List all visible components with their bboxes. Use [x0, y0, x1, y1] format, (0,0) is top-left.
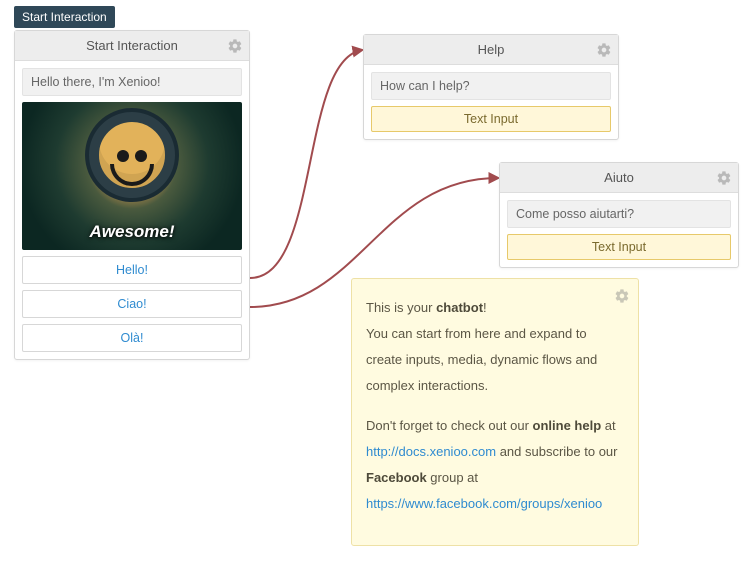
choice-label: Ciao!	[117, 297, 146, 311]
card-title: Help	[478, 42, 505, 57]
text-input-action[interactable]: Text Input	[371, 106, 611, 132]
badge-label: Start Interaction	[22, 10, 107, 24]
flow-canvas: Start Interaction Start Interaction Hell…	[0, 0, 753, 585]
prompt-message[interactable]: How can I help?	[371, 72, 611, 100]
choice-label: Hello!	[116, 263, 148, 277]
choice-button-ciao[interactable]: Ciao!	[22, 290, 242, 318]
prompt-text: Come posso aiutarti?	[516, 207, 634, 221]
card-body: How can I help? Text Input	[364, 65, 618, 139]
card-title: Start Interaction	[86, 38, 178, 53]
media-face	[89, 112, 175, 198]
gear-icon[interactable]	[227, 38, 243, 54]
start-interaction-badge: Start Interaction	[14, 6, 115, 28]
card-header: Help	[364, 35, 618, 65]
text-input-label: Text Input	[592, 240, 646, 254]
text-input-label: Text Input	[464, 112, 518, 126]
text-input-action[interactable]: Text Input	[507, 234, 731, 260]
media-attachment[interactable]: Awesome!	[22, 102, 242, 250]
card-header: Start Interaction	[15, 31, 249, 61]
prompt-text: How can I help?	[380, 79, 470, 93]
note-line-1: This is your chatbot!	[366, 295, 624, 321]
info-note[interactable]: This is your chatbot! You can start from…	[351, 278, 639, 546]
media-caption: Awesome!	[22, 222, 242, 242]
choice-button-hello[interactable]: Hello!	[22, 256, 242, 284]
card-body: Come posso aiutarti? Text Input	[500, 193, 738, 267]
card-title: Aiuto	[604, 170, 634, 185]
note-line-2: You can start from here and expand to cr…	[366, 321, 624, 399]
aiuto-card[interactable]: Aiuto Come posso aiutarti? Text Input	[499, 162, 739, 268]
note-line-3: Don't forget to check out our online hel…	[366, 413, 624, 517]
greeting-text: Hello there, I'm Xenioo!	[31, 75, 161, 89]
card-body: Hello there, I'm Xenioo! Awesome! Hello!…	[15, 61, 249, 359]
docs-link[interactable]: http://docs.xenioo.com	[366, 444, 496, 459]
start-interaction-card[interactable]: Start Interaction Hello there, I'm Xenio…	[14, 30, 250, 360]
gear-icon[interactable]	[614, 287, 630, 303]
choice-label: Olà!	[121, 331, 144, 345]
choice-button-ola[interactable]: Olà!	[22, 324, 242, 352]
prompt-message[interactable]: Come posso aiutarti?	[507, 200, 731, 228]
help-card[interactable]: Help How can I help? Text Input	[363, 34, 619, 140]
gear-icon[interactable]	[596, 42, 612, 58]
greeting-message[interactable]: Hello there, I'm Xenioo!	[22, 68, 242, 96]
card-header: Aiuto	[500, 163, 738, 193]
gear-icon[interactable]	[716, 170, 732, 186]
facebook-link[interactable]: https://www.facebook.com/groups/xenioo	[366, 496, 602, 511]
